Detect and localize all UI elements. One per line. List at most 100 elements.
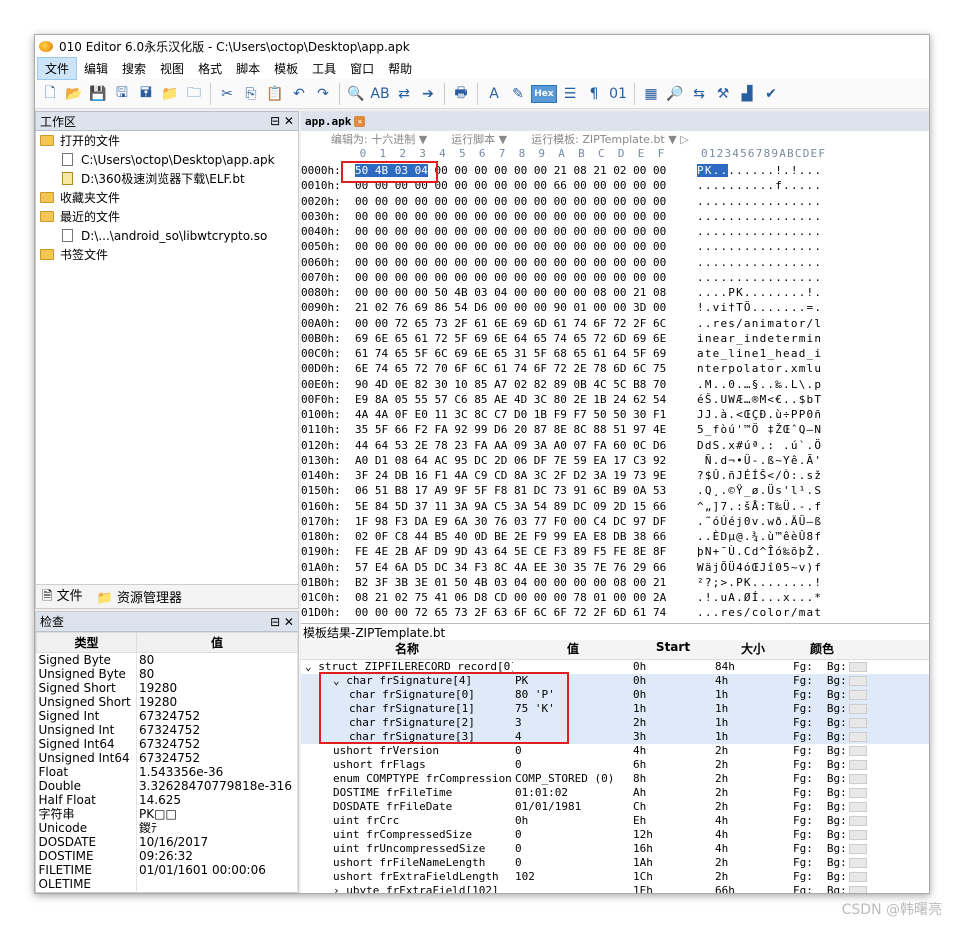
hex-bytes[interactable]: 00 00 00 00 00 00 00 00 00 00 00 00 00 0… [355,269,695,285]
hex-bytes[interactable]: B2 3F 3B 3E 01 50 4B 03 04 00 00 00 00 0… [355,574,695,590]
ascii-text[interactable]: .M..0.…§..‰.L\.p [697,376,929,392]
bg-swatch[interactable] [848,676,867,686]
hex-row[interactable]: 0140h: 3F 24 DB 16 F1 4A C9 CD 8A 3C 2F D… [301,468,929,483]
inspector-row[interactable]: DOSDATE 10/16/2017 [36,835,298,849]
ascii-text[interactable]: nterpolator.xmlu [697,361,929,377]
inspector-row[interactable]: 字符串 PK□□ [36,807,298,821]
hex-bytes[interactable]: 3F 24 DB 16 F1 4A C9 CD 8A 3C 2F D2 3A 1… [355,468,695,483]
close-icon[interactable]: 🗀 [183,83,205,105]
inspector-row[interactable]: Float 1.543356e-36 [36,765,298,779]
bg-swatch[interactable] [848,844,867,854]
paste-icon[interactable]: 📋 [264,83,286,105]
print-icon[interactable]: 🖶 [450,83,472,105]
menu-item-1[interactable]: 编辑 [77,58,115,79]
bg-swatch[interactable] [848,788,867,798]
inspector-row[interactable]: Unsigned Int64 67324752 [36,751,298,765]
hex-bytes[interactable]: 06 51 B8 17 A9 9F 5F F8 81 DC 73 91 6C B… [355,483,695,499]
hex-bytes[interactable]: 21 02 76 69 86 54 D6 00 00 00 90 01 00 0… [355,300,695,316]
paragraph-icon[interactable]: ¶ [583,83,605,105]
ascii-text[interactable]: ................ [697,254,929,270]
ascii-text[interactable]: ..res/animator/l [697,315,929,331]
inspector-row[interactable]: Unsigned Byte 80 [36,667,298,681]
ascii-text[interactable]: inear_indetermin [697,330,929,346]
ascii-text[interactable]: Ñ.d¬•Ü-.ß~Yê.Ã' [697,452,929,468]
template-row[interactable]: ⌄ char frSignature[4] PK 0h 4h Fg: Bg: [301,674,929,688]
hex-row[interactable]: 0190h: FE 4E 2B AF D9 9D 43 64 5E CE F3 8… [301,544,929,560]
hex-row[interactable]: 01A0h: 57 E4 6A D5 DC 34 F3 8C 4A EE 30 3… [301,559,929,575]
tools-icon[interactable]: ⚒ [712,83,734,105]
bg-swatch[interactable] [848,872,867,882]
template-row[interactable]: char frSignature[0] 80 'P' 0h 1h Fg: Bg: [301,688,929,702]
hex-bytes[interactable]: 6E 74 65 72 70 6F 6C 61 74 6F 72 2E 78 6… [355,361,695,377]
save-all-icon[interactable]: 🖬 [135,83,157,105]
hex-bytes[interactable]: 1F 98 F3 DA E9 6A 30 76 03 77 F0 00 C4 D… [355,513,695,529]
hex-row[interactable]: 01C0h: 08 21 02 75 41 06 D8 CD 00 00 00 7… [301,590,929,605]
ascii-text[interactable]: ...res/color/mat [697,605,929,621]
binary-icon[interactable]: 01 [607,83,629,105]
workspace-folder[interactable]: 打开的文件 [36,131,298,150]
ascii-text[interactable]: DdS.x#úª.: .ú`.Ö [697,437,929,453]
template-row[interactable]: ushort frVersion 0 4h 2h Fg: Bg: [301,744,929,758]
workspace-folder[interactable]: 最近的文件 [36,207,298,226]
ascii-text[interactable]: PK........!.!... [697,163,929,178]
hex-row[interactable]: 0160h: 5E 84 5D 37 11 3A 9A C5 3A 54 89 D… [301,498,929,514]
hex-bytes[interactable]: 4A 4A 0F E0 11 3C 8C C7 D0 1B F9 F7 50 5… [355,407,695,422]
hex-row[interactable]: 0000h: 50 4B 03 04 00 00 00 00 00 00 21 0… [301,163,929,178]
hex-row[interactable]: 00B0h: 69 6E 65 61 72 5F 69 6E 64 65 74 6… [301,330,929,346]
hex-bytes[interactable]: 00 00 00 00 00 00 00 00 00 00 00 00 00 0… [355,208,695,224]
inspector-row[interactable]: OLETIME [36,877,298,891]
inspector-icon[interactable]: 🔎 [664,83,686,105]
inspector-row[interactable]: Signed Int64 67324752 [36,737,298,751]
hex-bytes[interactable]: FE 4E 2B AF D9 9D 43 64 5E CE F3 89 F5 F… [355,544,695,560]
check-icon[interactable]: ✔ [760,83,782,105]
ascii-text[interactable]: þN+¯Ù.Cd^Îó‰õþŽ. [697,544,929,560]
template-row[interactable]: ushort frFileNameLength 0 1Ah 2h Fg: Bg: [301,856,929,870]
bg-swatch[interactable] [848,774,867,784]
ascii-text[interactable]: ..ÈDµ@.¾.ù™êèÛ8f [697,529,929,544]
replace-icon[interactable]: AB [369,83,391,105]
ascii-text[interactable]: ................ [697,239,929,255]
ascii-text[interactable]: .!.uA.ØÍ...x...* [697,590,929,605]
template-row[interactable]: ⌄ struct ZIPFILERECORD record[0] 0h 84h Fg:… [301,660,929,674]
file-tab-close-icon[interactable]: ✕ [354,115,366,127]
hex-bytes[interactable]: E9 8A 05 55 57 C6 85 AE 4D 3C 80 2E 1B 2… [355,391,695,407]
menu-item-3[interactable]: 视图 [153,58,191,79]
bg-swatch[interactable] [848,816,867,826]
template-row[interactable]: char frSignature[1] 75 'K' 1h 1h Fg: Bg: [301,702,929,716]
template-row[interactable]: uint frUncompressedSize 0 16h 4h Fg: Bg: [301,842,929,856]
hex-row[interactable]: 0110h: 35 5F 66 F2 FA 92 99 D6 20 87 8E 8… [301,422,929,438]
workspace-folder[interactable]: 书签文件 [36,245,298,264]
hex-bytes[interactable]: 44 64 53 2E 78 23 FA AA 09 3A A0 07 FA 6… [355,437,695,453]
menu-item-0[interactable]: 文件 [37,56,78,80]
hex-bytes[interactable]: 69 6E 65 61 72 5F 69 6E 64 65 74 65 72 6… [355,330,695,346]
file-tab[interactable]: app.apk ✕ [301,111,929,131]
ascii-text[interactable]: ................ [697,269,929,285]
hex-bytes[interactable]: 35 5F 66 F2 FA 92 99 D6 20 87 8E 8C 88 5… [355,422,695,438]
hex-bytes[interactable]: 50 4B 03 04 00 00 00 00 00 00 21 08 21 0… [355,163,695,178]
ascii-text[interactable]: ................ [697,224,929,239]
hex-row[interactable]: 0170h: 1F 98 F3 DA E9 6A 30 76 03 77 F0 0… [301,513,929,529]
bg-swatch[interactable] [848,718,867,728]
inspector-close-icon[interactable]: ⊟ ✕ [270,615,294,629]
inspector-row[interactable]: Unsigned Short 19280 [36,695,298,709]
menu-item-5[interactable]: 脚本 [229,58,267,79]
template-row[interactable]: uint frCompressedSize 0 12h 4h Fg: Bg: [301,828,929,842]
hex-row[interactable]: 0020h: 00 00 00 00 00 00 00 00 00 00 00 0… [301,193,929,209]
undo-icon[interactable]: ↶ [288,83,310,105]
hex-bytes[interactable]: 00 00 00 00 00 00 00 00 00 00 00 00 00 0… [355,193,695,209]
expand-chevron-icon[interactable]: › [333,884,346,893]
hex-row[interactable]: 00E0h: 90 4D 0E 82 30 10 85 A7 02 82 89 0… [301,376,929,392]
hex-row[interactable]: 0130h: A0 D1 08 64 AC 95 DC 2D 06 DF 7E 5… [301,452,929,468]
highlight-icon[interactable]: ✎ [507,83,529,105]
hex-row[interactable]: 0030h: 00 00 00 00 00 00 00 00 00 00 00 0… [301,208,929,224]
template-row[interactable]: ushort frFlags 0 6h 2h Fg: Bg: [301,758,929,772]
ascii-text[interactable]: ?$Û.ñJÉÍŠ</Ò:.sž [697,468,929,483]
hex-view[interactable]: 0 1 2 3 4 5 6 7 8 9 A B C D E F 01234567… [301,147,929,623]
tab-files[interactable]: 🗎 文件 [42,585,83,609]
template-row[interactable]: ushort frExtraFieldLength 102 1Ch 2h Fg: Bg: [301,870,929,884]
run-script-dropdown[interactable]: 运行脚本 ▼ [451,131,507,147]
inspector-row[interactable]: Signed Short 19280 [36,681,298,695]
hex-row[interactable]: 0120h: 44 64 53 2E 78 23 FA AA 09 3A A0 0… [301,437,929,453]
calculator-icon[interactable]: ▦ [640,83,662,105]
font-icon[interactable]: A [483,83,505,105]
